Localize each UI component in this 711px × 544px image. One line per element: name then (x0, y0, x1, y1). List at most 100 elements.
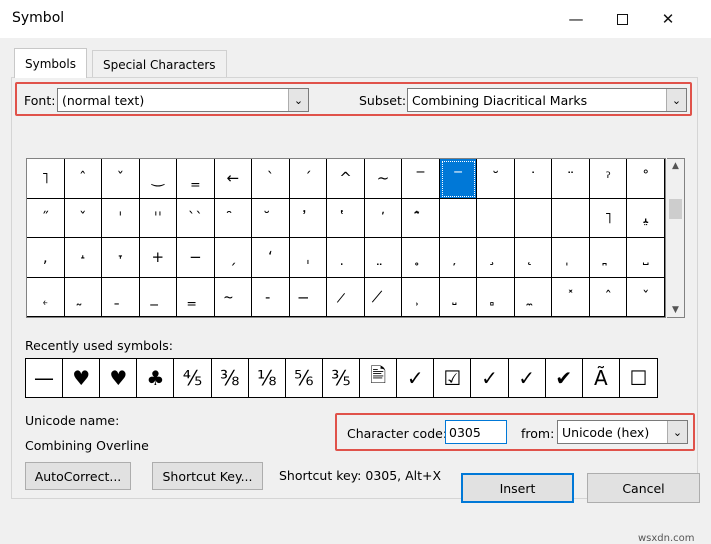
symbol-cell[interactable]: ̲ (139, 277, 178, 317)
chevron-down-icon[interactable]: ⌄ (666, 89, 686, 111)
symbol-cell[interactable]: ˇ (102, 159, 140, 199)
recent-symbol-cell[interactable]: 🖹 (360, 359, 398, 397)
symbol-cell[interactable]: ̔ (327, 198, 365, 238)
symbol-cell[interactable]: ˈ (102, 198, 140, 238)
symbol-cell[interactable]: ´ (289, 159, 328, 199)
recent-symbol-cell[interactable]: ☐ (620, 359, 657, 397)
chevron-down-icon[interactable]: ⌄ (667, 421, 687, 443)
minimize-button[interactable]: — (553, 0, 599, 38)
symbol-cell[interactable]: ﻴ (627, 198, 665, 238)
symbol-cell[interactable]: ˇ (64, 198, 103, 238)
symbol-cell[interactable]: ̪ (589, 238, 628, 278)
recent-symbol-cell[interactable]: ☑ (434, 359, 472, 397)
autocorrect-button[interactable]: AutoCorrect... (25, 462, 131, 490)
symbol-cell[interactable]: ̻ (477, 277, 515, 317)
symbol-cell[interactable]: ̷ (327, 277, 365, 317)
recent-symbol-cell[interactable]: ⅘ (174, 359, 212, 397)
symbol-cell[interactable]: − (177, 238, 215, 278)
symbol-cell[interactable]: ̓ (289, 198, 328, 238)
symbol-cell[interactable]: ̤ (364, 238, 403, 278)
from-select[interactable]: Unicode (hex) ⌄ (557, 420, 688, 444)
symbol-cell[interactable]: ← (214, 159, 253, 199)
symbol-cell[interactable] (514, 198, 553, 238)
font-select[interactable]: (normal text) ⌄ (57, 88, 309, 112)
symbol-cell[interactable]: ˀ (589, 159, 628, 199)
symbol-cell[interactable]: ˆ (64, 159, 103, 199)
symbol-cell[interactable]: ̺ (439, 277, 478, 317)
symbol-cell[interactable]: ˝ (27, 198, 65, 238)
recent-symbol-cell[interactable]: Ã (583, 359, 620, 397)
symbol-cell[interactable]: ̶ (289, 277, 328, 317)
grid-scrollbar[interactable]: ▲ ▼ (667, 158, 685, 318)
symbol-cell[interactable]: ^ (327, 159, 365, 199)
symbol-cell[interactable]: ‾ (402, 159, 440, 199)
symbol-cell[interactable]: , (27, 238, 65, 278)
symbol-cell[interactable]: `` (177, 198, 215, 238)
symbol-cell[interactable]: ˌ (289, 238, 328, 278)
symbol-cell[interactable]: ‗ (177, 159, 215, 199)
symbol-cell[interactable]: ̑ (214, 198, 253, 238)
symbol-cell[interactable]: ¨ (552, 159, 590, 199)
symbol-cell[interactable]: ̱ (102, 277, 140, 317)
symbol-cell[interactable]: ‿ (139, 159, 178, 199)
maximize-button[interactable] (599, 0, 645, 38)
symbol-cell[interactable]: ˽ (627, 238, 665, 278)
symbol-cell[interactable]: ̩ (552, 238, 590, 278)
symbol-cell[interactable]: ̳ (177, 277, 215, 317)
character-code-input[interactable]: 0305 (445, 420, 507, 444)
recent-symbol-cell[interactable]: ⅛ (249, 359, 286, 397)
symbol-cell[interactable]: ̦ (439, 238, 478, 278)
symbol-cell[interactable]: ˥ (589, 198, 628, 238)
symbol-cell[interactable]: ̵ (252, 277, 290, 317)
symbol-cell[interactable]: ˕ (102, 238, 140, 278)
shortcut-key-button[interactable]: Shortcut Key... (152, 462, 263, 490)
symbol-cell[interactable]: ̴ (214, 277, 253, 317)
symbol-cell[interactable]: ̸ (364, 277, 403, 317)
symbol-cell[interactable]: + (139, 238, 178, 278)
symbol-cell[interactable]: ̼ (514, 277, 553, 317)
symbol-cell[interactable]: ˘ (477, 159, 515, 199)
symbol-cell[interactable] (552, 198, 590, 238)
recent-symbol-cell[interactable]: ✓ (509, 359, 546, 397)
symbol-grid[interactable]: ˥ˆˇ‿‗←`´^~‾‾˘˙¨ˀ˚˝ˇˈˈˈ``̑̆̓̔̂̃̕˥ﻴ,˔˕+−ˏʻ… (26, 158, 666, 318)
chevron-up-icon[interactable]: ▲ (667, 161, 684, 171)
recent-symbols-row[interactable]: — ♥ ♥ ♣ ⅘ ⅜ ⅛ ⅚ ⅗ 🖹 ✓ ☑ ✓ ✓ ✔ Ã ☐ (25, 358, 658, 398)
symbol-cell[interactable]: ̹ (402, 277, 440, 317)
scroll-thumb[interactable] (669, 199, 682, 219)
tab-special-characters[interactable]: Special Characters (92, 50, 227, 78)
recent-symbol-cell[interactable]: ⅜ (212, 359, 249, 397)
subset-select[interactable]: Combining Diacritical Marks ⌄ (407, 88, 687, 112)
symbol-cell[interactable]: ˙ (514, 159, 553, 199)
recent-symbol-cell[interactable]: ✓ (397, 359, 435, 397)
symbol-cell[interactable]: ˆ (589, 277, 628, 317)
symbol-cell[interactable]: ̰ (64, 277, 103, 317)
symbol-cell[interactable]: ̕ (364, 198, 403, 238)
symbol-cell[interactable]: ̂̃ (402, 198, 440, 238)
recent-symbol-cell[interactable]: ♥ (100, 359, 138, 397)
symbol-cell[interactable]: ˈˈ (139, 198, 178, 238)
recent-symbol-cell[interactable]: ♥ (63, 359, 101, 397)
chevron-down-icon[interactable]: ⌄ (288, 89, 308, 111)
symbol-cell[interactable]: ̥ (402, 238, 440, 278)
symbol-cell[interactable]: ̨ (514, 238, 553, 278)
symbol-cell[interactable]: ̆ (252, 198, 290, 238)
symbol-cell[interactable]: ˥ (27, 159, 65, 199)
chevron-down-icon[interactable]: ▼ (667, 305, 684, 315)
close-button[interactable]: ✕ (645, 0, 691, 38)
symbol-cell[interactable]: ˟ (552, 277, 590, 317)
symbol-cell[interactable]: ̣ (327, 238, 365, 278)
symbol-cell[interactable] (477, 198, 515, 238)
recent-symbol-cell[interactable]: — (26, 359, 64, 397)
symbol-cell[interactable]: ̧ (477, 238, 515, 278)
symbol-cell[interactable]: ˏ (214, 238, 253, 278)
cancel-button[interactable]: Cancel (587, 473, 700, 503)
recent-symbol-cell[interactable]: ✔ (546, 359, 583, 397)
symbol-cell[interactable]: ʻ (252, 238, 290, 278)
symbol-cell[interactable]: ˇ (627, 277, 665, 317)
tab-symbols[interactable]: Symbols (14, 48, 87, 78)
symbol-cell[interactable]: ~ (364, 159, 403, 199)
recent-symbol-cell[interactable]: ✓ (471, 359, 509, 397)
symbol-cell[interactable]: ˔ (64, 238, 103, 278)
insert-button[interactable]: Insert (461, 473, 574, 503)
recent-symbol-cell[interactable]: ⅗ (323, 359, 361, 397)
